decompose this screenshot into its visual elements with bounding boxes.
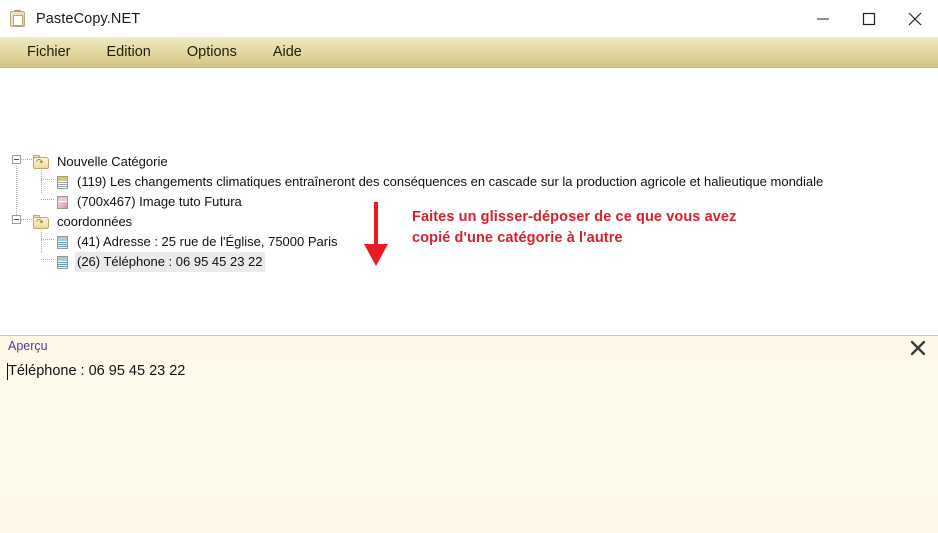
image-document-icon	[56, 195, 70, 210]
clipboard-tree-panel[interactable]: ↷ Nouvelle Catégorie (119) Les changemen…	[0, 68, 938, 335]
tree-node-label: coordonnées	[57, 214, 133, 229]
tree-connector-line	[16, 166, 17, 221]
title-bar: PasteCopy.NET	[0, 0, 938, 37]
maximize-button[interactable]	[846, 0, 892, 37]
minimize-button[interactable]	[800, 0, 846, 37]
tree-connector-line	[41, 239, 54, 240]
tree-node-category[interactable]: ↷ Nouvelle Catégorie	[33, 152, 170, 172]
preview-content: Téléphone : 06 95 45 23 22	[8, 363, 186, 379]
text-caret	[7, 363, 8, 380]
preview-header: Aperçu	[0, 336, 938, 358]
tree-item-clip-selected[interactable]: (26) Téléphone : 06 95 45 23 22	[56, 252, 265, 272]
instruction-annotation: Faites un glisser-déposer de ce que vous…	[412, 209, 737, 246]
tree-connector-line	[41, 179, 54, 180]
folder-icon: ↷	[33, 214, 50, 230]
maximize-icon	[862, 12, 876, 25]
menu-item-fichier[interactable]: Fichier	[14, 41, 84, 63]
tree-item-label: (41) Adresse : 25 rue de l'Église, 75000…	[77, 234, 338, 249]
window-title: PasteCopy.NET	[36, 10, 141, 27]
tree-item-label: (700x467) Image tuto Futura	[77, 194, 242, 209]
menu-item-aide[interactable]: Aide	[260, 41, 315, 63]
text-document-icon	[56, 175, 70, 190]
menu-bar: Fichier Edition Options Aide	[0, 37, 938, 68]
close-button[interactable]	[892, 0, 938, 37]
tree-connector-line	[41, 199, 54, 200]
clipboard-icon	[9, 9, 27, 28]
tree-connector-line	[21, 219, 33, 220]
menu-item-options[interactable]: Options	[174, 41, 250, 63]
tree-node-label: Nouvelle Catégorie	[57, 154, 168, 169]
tree-item-clip[interactable]: (119) Les changements climatiques entraî…	[56, 172, 825, 192]
tree-item-clip[interactable]: (41) Adresse : 25 rue de l'Église, 75000…	[56, 232, 339, 252]
tree-connector-line	[21, 159, 33, 160]
tree-node-category[interactable]: ↷ coordonnées	[33, 212, 134, 232]
down-arrow-icon	[360, 202, 392, 273]
text-snippet-icon	[56, 235, 70, 250]
text-snippet-icon	[56, 255, 70, 270]
minimize-icon	[817, 18, 829, 19]
folder-icon: ↷	[33, 154, 50, 170]
tree-expander-category-1[interactable]	[12, 155, 21, 164]
close-preview-button[interactable]	[906, 336, 930, 360]
tree-item-clip[interactable]: (700x467) Image tuto Futura	[56, 192, 244, 212]
tree-item-label: (26) Téléphone : 06 95 45 23 22	[75, 252, 265, 272]
tree-connector-line	[41, 259, 54, 260]
status-bar	[0, 502, 938, 533]
window-controls	[800, 0, 938, 37]
preview-pane: Aperçu Téléphone : 06 95 45 23 22	[0, 335, 938, 533]
close-icon	[908, 12, 922, 25]
tree-item-label: (119) Les changements climatiques entraî…	[77, 174, 824, 189]
application-window: PasteCopy.NET Fichier Edition Options Ai…	[0, 0, 938, 533]
close-preview-icon	[910, 340, 926, 356]
preview-body[interactable]: Téléphone : 06 95 45 23 22	[0, 358, 938, 502]
tree-expander-category-2[interactable]	[12, 215, 21, 224]
preview-label: Aperçu	[8, 339, 48, 353]
menu-item-edition[interactable]: Edition	[94, 41, 164, 63]
